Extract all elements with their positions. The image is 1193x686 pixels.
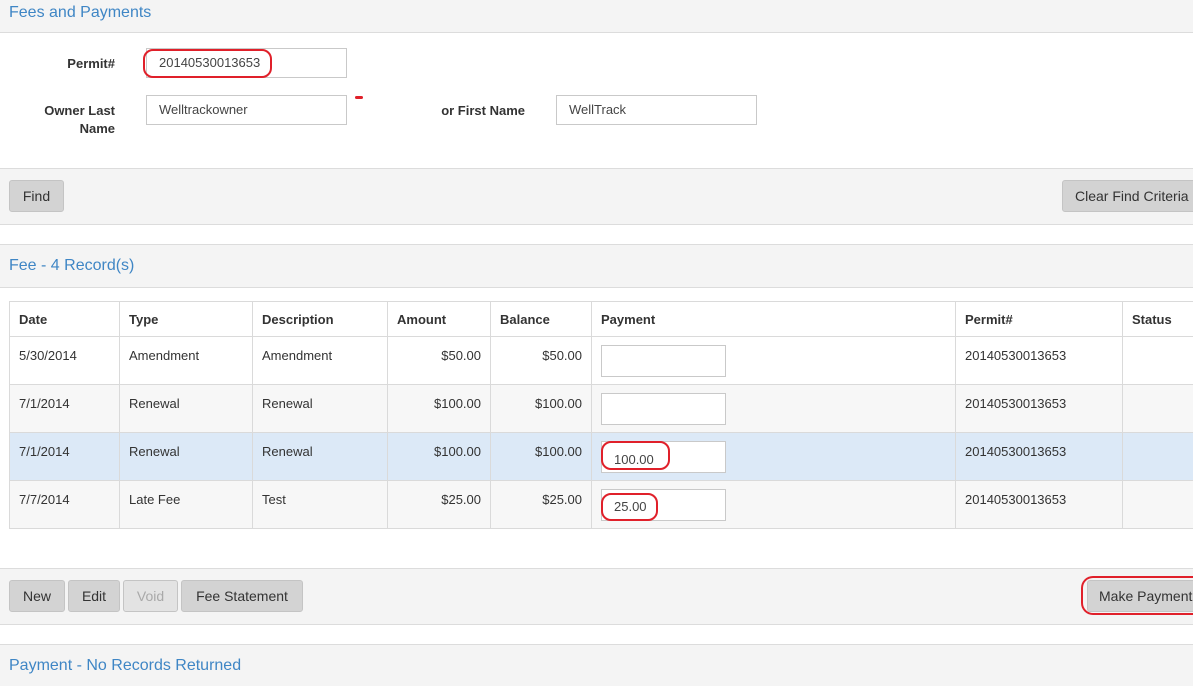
fee-statement-button[interactable]: Fee Statement xyxy=(181,580,303,612)
column-header-amount[interactable]: Amount xyxy=(388,302,491,337)
fee-table: Date Type Description Amount Balance Pay… xyxy=(9,301,1193,529)
highlight-payment-100-ring xyxy=(601,441,670,470)
cell-balance: $25.00 xyxy=(491,481,592,529)
column-header-permit[interactable]: Permit# xyxy=(956,302,1123,337)
cell-date: 5/30/2014 xyxy=(10,337,120,385)
cell-type: Late Fee xyxy=(120,481,253,529)
cell-description: Renewal xyxy=(253,433,388,481)
cell-description: Amendment xyxy=(253,337,388,385)
cell-balance: $100.00 xyxy=(491,433,592,481)
highlight-permit-ring xyxy=(143,49,272,78)
fees-header-band: Fees and Payments xyxy=(0,0,1193,33)
cell-amount: $100.00 xyxy=(388,433,491,481)
cell-balance: $100.00 xyxy=(491,385,592,433)
cell-date: 7/7/2014 xyxy=(10,481,120,529)
new-button[interactable]: New xyxy=(9,580,65,612)
cell-payment xyxy=(592,385,956,433)
permit-label: Permit# xyxy=(40,55,115,73)
column-header-date[interactable]: Date xyxy=(10,302,120,337)
owner-last-name-label: Owner Last Name xyxy=(30,102,115,138)
cell-date: 7/1/2014 xyxy=(10,433,120,481)
cell-payment xyxy=(592,337,956,385)
page-title: Fees and Payments xyxy=(9,4,151,22)
fee-grid-header: Fee - 4 Record(s) xyxy=(0,244,1193,288)
table-row[interactable]: 7/1/2014 Renewal Renewal $100.00 $100.00… xyxy=(10,385,1193,433)
cell-status xyxy=(1123,337,1193,385)
cell-type: Renewal xyxy=(120,433,253,481)
edit-button[interactable]: Edit xyxy=(68,580,120,612)
cell-permit: 20140530013653 xyxy=(956,385,1123,433)
payment-grid-header: Payment - No Records Returned xyxy=(0,644,1193,686)
cell-amount: $100.00 xyxy=(388,385,491,433)
first-name-input[interactable]: WellTrack xyxy=(556,95,757,125)
owner-last-name-input[interactable]: Welltrackowner xyxy=(146,95,347,125)
cell-permit: 20140530013653 xyxy=(956,481,1123,529)
column-header-type[interactable]: Type xyxy=(120,302,253,337)
first-name-label: or First Name xyxy=(400,102,525,120)
cell-amount: $50.00 xyxy=(388,337,491,385)
payment-input[interactable] xyxy=(601,345,726,377)
table-header-row: Date Type Description Amount Balance Pay… xyxy=(10,302,1193,337)
highlight-make-payment-ring xyxy=(1081,576,1193,615)
find-button[interactable]: Find xyxy=(9,180,64,212)
cell-type: Renewal xyxy=(120,385,253,433)
column-header-status[interactable]: Status xyxy=(1123,302,1193,337)
payment-grid-title: Payment - No Records Returned xyxy=(9,657,241,675)
cell-description: Test xyxy=(253,481,388,529)
payment-input[interactable] xyxy=(601,393,726,425)
highlight-dash-mark xyxy=(355,96,363,99)
cell-balance: $50.00 xyxy=(491,337,592,385)
cell-type: Amendment xyxy=(120,337,253,385)
clear-find-criteria-button[interactable]: Clear Find Criteria xyxy=(1062,180,1193,212)
cell-date: 7/1/2014 xyxy=(10,385,120,433)
cell-status xyxy=(1123,433,1193,481)
cell-description: Renewal xyxy=(253,385,388,433)
fee-grid-title: Fee - 4 Record(s) xyxy=(9,257,134,275)
cell-permit: 20140530013653 xyxy=(956,337,1123,385)
find-toolbar: Find Clear Find Criteria xyxy=(0,168,1193,225)
fee-actions-toolbar: New Edit Void Fee Statement Make Payment xyxy=(0,568,1193,625)
cell-amount: $25.00 xyxy=(388,481,491,529)
column-header-payment[interactable]: Payment xyxy=(592,302,956,337)
cell-status xyxy=(1123,481,1193,529)
cell-permit: 20140530013653 xyxy=(956,433,1123,481)
table-row[interactable]: 5/30/2014 Amendment Amendment $50.00 $50… xyxy=(10,337,1193,385)
column-header-balance[interactable]: Balance xyxy=(491,302,592,337)
cell-status xyxy=(1123,385,1193,433)
void-button[interactable]: Void xyxy=(123,580,178,612)
highlight-payment-25-ring xyxy=(601,493,658,521)
column-header-description[interactable]: Description xyxy=(253,302,388,337)
